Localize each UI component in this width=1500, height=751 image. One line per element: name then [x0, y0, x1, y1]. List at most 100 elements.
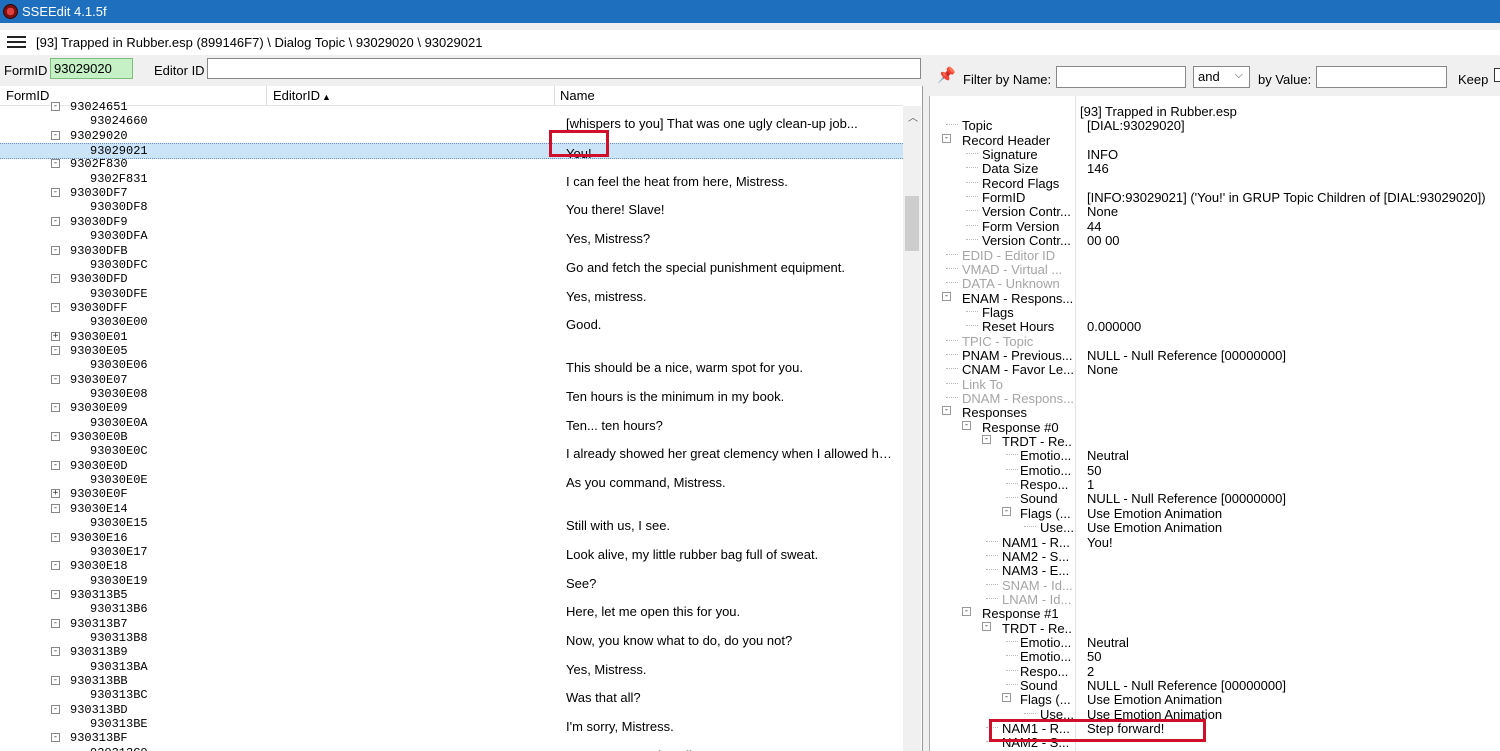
collapse-icon[interactable]: - — [51, 274, 60, 284]
collapse-icon[interactable]: - — [51, 704, 60, 714]
record-row[interactable]: - Record Header — [930, 132, 1500, 148]
record-row[interactable]: DNAM - Respons... — [930, 390, 1500, 406]
tree-row[interactable]: 930313BA Yes, Mistress. — [0, 660, 903, 677]
tree-row[interactable]: -93030E0D — [0, 459, 903, 473]
record-row[interactable]: Use... Use Emotion Animation — [930, 519, 1500, 535]
tree-row[interactable]: -930313BD — [0, 703, 903, 717]
collapse-icon[interactable]: - — [51, 188, 60, 198]
record-row[interactable]: Emotio... Neutral — [930, 634, 1500, 650]
tree-row[interactable]: 930313C0You are no good at all. — [0, 746, 903, 751]
keep-checkbox[interactable] — [1494, 68, 1500, 82]
collapse-icon[interactable]: - — [982, 621, 991, 631]
tree-row[interactable]: -93030E16 — [0, 531, 903, 545]
collapse-icon[interactable]: - — [51, 589, 60, 599]
tree-row[interactable]: -930313B7 — [0, 617, 903, 631]
editorid-input[interactable] — [207, 58, 921, 79]
record-row[interactable]: Signature INFO — [930, 146, 1500, 162]
record-row[interactable]: NAM1 - R... You! — [930, 534, 1500, 550]
record-row[interactable]: [93] Trapped in Rubber.esp — [930, 103, 1500, 119]
tree-row[interactable]: -93029020 — [0, 129, 903, 143]
tree-row[interactable]: -93030DFB — [0, 244, 903, 258]
record-row[interactable]: Version Contr... 00 00 — [930, 232, 1500, 248]
tree-row[interactable]: 93030E08 Ten hours is the minimum in my b… — [0, 387, 903, 404]
collapse-icon[interactable]: - — [51, 503, 60, 513]
tree-row[interactable]: -930313B5 — [0, 588, 903, 602]
tree-row[interactable]: - 93024651 — [0, 100, 903, 114]
filter-operator-select[interactable]: and ⌵ — [1193, 66, 1250, 88]
tree-row[interactable]: 93030E0E As you command, Mistress. — [0, 473, 903, 490]
tree-row[interactable]: -93030DFD — [0, 272, 903, 286]
record-row[interactable]: Respo... 2 — [930, 663, 1500, 679]
tree-row[interactable]: -93030DF7 — [0, 186, 903, 200]
record-row[interactable]: - Response #0 — [930, 419, 1500, 435]
tree-row[interactable]: 93030DFA Yes, Mistress? — [0, 229, 903, 246]
collapse-icon[interactable]: - — [51, 532, 60, 542]
record-row[interactable]: Flags — [930, 304, 1500, 320]
record-row[interactable]: Emotio... 50 — [930, 462, 1500, 478]
collapse-icon[interactable]: - — [51, 618, 60, 628]
tree-row[interactable]: -93030E14 — [0, 502, 903, 516]
tree-row[interactable]: -93030E18 — [0, 559, 903, 573]
expand-icon[interactable]: + — [51, 489, 60, 499]
filter-name-input[interactable] — [1056, 66, 1186, 88]
tree-row[interactable]: 93030E15 Still with us, I see. — [0, 516, 903, 533]
collapse-icon[interactable]: - — [942, 133, 951, 143]
tree-row[interactable]: -93030E07 — [0, 373, 903, 387]
record-row[interactable]: Form Version 44 — [930, 218, 1500, 234]
collapse-icon[interactable]: - — [982, 435, 991, 445]
record-row[interactable]: Record Flags — [930, 175, 1500, 191]
record-row[interactable]: CNAM - Favor Le... None — [930, 361, 1500, 377]
record-row[interactable]: NAM2 - S... — [930, 548, 1500, 564]
collapse-icon[interactable]: - — [51, 561, 60, 571]
tree-scrollbar[interactable]: ︿ — [903, 106, 921, 751]
tree-row[interactable]: 930313BC Was that all? — [0, 688, 903, 705]
filter-value-input[interactable] — [1316, 66, 1447, 88]
scroll-up-icon[interactable]: ︿ — [908, 109, 918, 124]
record-row[interactable]: Sound NULL - Null Reference [00000000] — [930, 677, 1500, 693]
record-row[interactable]: Link To — [930, 376, 1500, 392]
collapse-icon[interactable]: - — [51, 245, 60, 255]
record-row[interactable]: - Response #1 — [930, 605, 1500, 621]
tree-row[interactable]: 93030DFE Yes, mistress. — [0, 287, 903, 304]
record-row[interactable]: Emotio... 50 — [930, 648, 1500, 664]
tree-row[interactable]: 930313B8 Now, you know what to do, do you… — [0, 631, 903, 648]
tree-row[interactable]: -93030DF9 — [0, 215, 903, 229]
tree-row[interactable]: -93030DFF — [0, 301, 903, 315]
collapse-icon[interactable]: - — [51, 102, 60, 111]
tree-row[interactable]: - 930313BB — [0, 674, 903, 688]
collapse-icon[interactable]: - — [1002, 506, 1011, 516]
collapse-icon[interactable]: - — [962, 420, 971, 430]
record-row[interactable]: Emotio... Neutral — [930, 447, 1500, 463]
tree-row[interactable]: 93030E0C I already showed her great cleme… — [0, 444, 903, 461]
collapse-icon[interactable]: - — [51, 216, 60, 226]
record-row[interactable]: - Responses — [930, 404, 1500, 420]
formid-input[interactable]: 93029020 — [50, 58, 133, 79]
collapse-icon[interactable]: - — [51, 403, 60, 413]
collapse-icon[interactable]: - — [1002, 693, 1011, 703]
tree-row[interactable]: 930313BE I'm sorry, Mistress. — [0, 717, 903, 734]
tree-row[interactable]: -930313B9 — [0, 645, 903, 659]
pin-icon[interactable]: 📌 — [937, 66, 956, 84]
record-row[interactable]: Respo... 1 — [930, 476, 1500, 492]
tree-row[interactable]: 93030DF8 You there! Slave! — [0, 200, 903, 217]
tree-row[interactable]: 93024660 [whispers to you] That was one u… — [0, 114, 903, 131]
record-row[interactable]: Sound NULL - Null Reference [00000000] — [930, 490, 1500, 506]
collapse-icon[interactable]: - — [51, 159, 60, 169]
tree-row[interactable]: -93030E09 — [0, 401, 903, 415]
tree-row[interactable]: -93030E05 — [0, 344, 903, 358]
record-row[interactable]: - Flags (... Use Emotion Animation — [930, 691, 1500, 707]
tree-row[interactable]: 93030E19 See? — [0, 574, 903, 591]
collapse-icon[interactable]: - — [51, 733, 60, 743]
record-row[interactable]: - ENAM - Respons... — [930, 290, 1500, 306]
record-row[interactable]: SNAM - Id... — [930, 577, 1500, 593]
record-row[interactable]: EDID - Editor ID — [930, 247, 1500, 263]
record-row[interactable]: PNAM - Previous... NULL - Null Reference … — [930, 347, 1500, 363]
record-row[interactable]: Data Size 146 — [930, 160, 1500, 176]
record-row[interactable]: DATA - Unknown — [930, 275, 1500, 291]
tree-row[interactable]: -930313BF — [0, 731, 903, 745]
collapse-icon[interactable]: - — [51, 345, 60, 355]
collapse-icon[interactable]: - — [942, 406, 951, 416]
tree-row[interactable]: +93030E01 — [0, 330, 903, 344]
menu-icon[interactable] — [7, 36, 26, 49]
tree-row[interactable]: 93030E00 Good. — [0, 315, 903, 332]
